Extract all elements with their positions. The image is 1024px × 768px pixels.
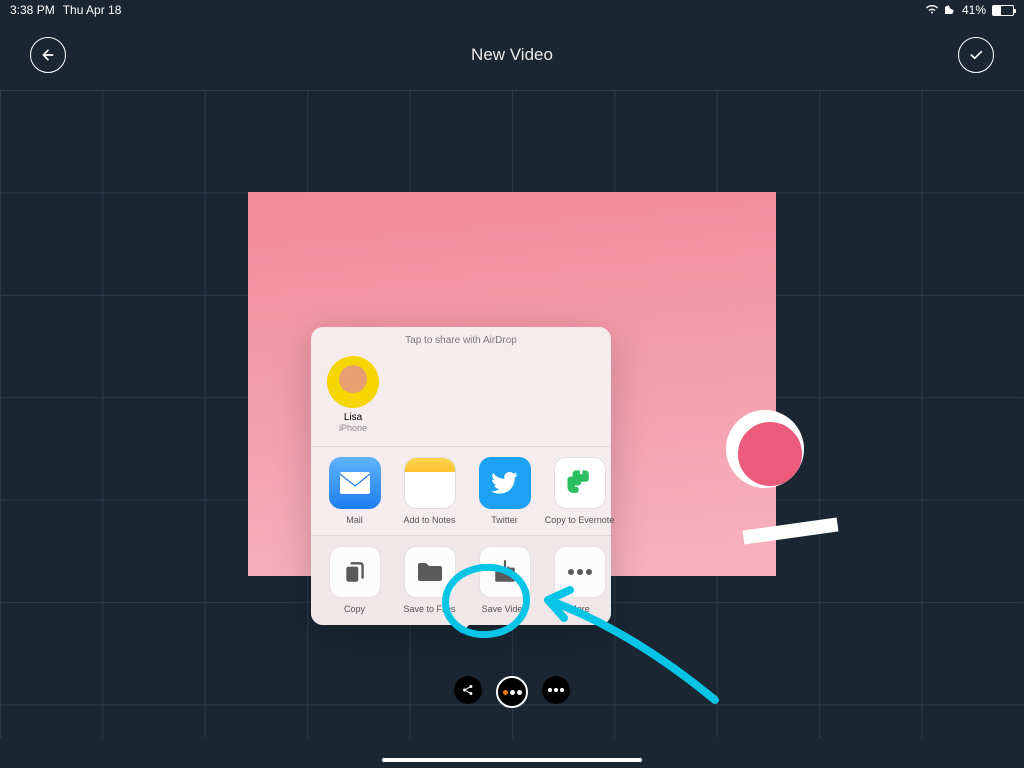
popover-caret [452,624,470,633]
share-app-notes[interactable]: Add to Notes [394,457,465,525]
more-options-button[interactable] [542,676,570,704]
canvas-shape-circle[interactable] [726,410,804,488]
copy-icon [329,546,381,598]
bottom-toolbar [454,676,570,708]
share-sheet-header: Tap to share with AirDrop [311,327,611,352]
share-action-label: Save Video [469,604,540,614]
share-app-label: Copy to Evernote [544,515,615,525]
share-action-save-to-files[interactable]: Save to Files [394,546,465,614]
nav-bar: New Video [0,20,1024,90]
back-button[interactable] [30,37,66,73]
share-action-save-video[interactable]: Save Video [469,546,540,614]
mail-icon [329,457,381,509]
share-action-label: Save to Files [394,604,465,614]
wifi-icon [925,3,939,17]
share-app-label: Twitter [469,515,540,525]
airdrop-device: iPhone [327,423,379,433]
twitter-icon [479,457,531,509]
notes-icon [404,457,456,509]
share-actions-row: Copy Save to Files Save Video More [311,535,611,624]
avatar [327,356,379,408]
save-video-icon [479,546,531,598]
share-action-more[interactable]: More [544,546,615,614]
share-app-label: Mail [319,515,390,525]
share-app-evernote[interactable]: Copy to Evernote [544,457,615,525]
share-apps-row: Mail Add to Notes Twitter Copy to Everno… [311,446,611,535]
share-app-mail[interactable]: Mail [319,457,390,525]
moon-icon [945,3,956,17]
more-icon [554,546,606,598]
share-action-label: More [544,604,615,614]
evernote-icon [554,457,606,509]
page-title: New Video [471,45,553,65]
status-date: Thu Apr 18 [63,3,122,17]
share-app-twitter[interactable]: Twitter [469,457,540,525]
battery-icon [992,5,1014,16]
folder-icon [404,546,456,598]
share-button[interactable] [454,676,482,704]
share-action-label: Copy [319,604,390,614]
status-bar: 3:38 PM Thu Apr 18 41% [0,0,1024,20]
battery-percentage: 41% [962,3,986,17]
airdrop-contact[interactable]: Lisa iPhone [327,356,379,433]
page-indicator-button[interactable] [496,676,528,708]
airdrop-name: Lisa [327,412,379,423]
share-sheet: Tap to share with AirDrop Lisa iPhone Ma… [311,327,611,625]
share-app-label: Add to Notes [394,515,465,525]
confirm-button[interactable] [958,37,994,73]
status-time: 3:38 PM [10,3,55,17]
share-action-copy[interactable]: Copy [319,546,390,614]
home-indicator[interactable] [382,758,642,762]
